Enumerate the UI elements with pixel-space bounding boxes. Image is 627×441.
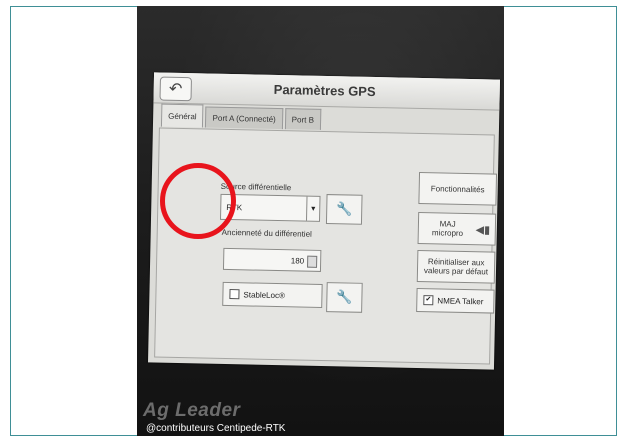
stableloc-toggle[interactable]: StableLoc® xyxy=(222,281,323,308)
nmea-talker-checkbox[interactable]: ✔ xyxy=(423,295,434,306)
differential-age-field[interactable]: 180 xyxy=(222,247,322,272)
firmware-update-label: MAJ micropro xyxy=(431,219,464,238)
tab-port-a[interactable]: Port A (Connecté) xyxy=(205,106,283,130)
upload-arrow-icon: ◀▮ xyxy=(475,223,491,236)
reset-defaults-label: Réinitialiser aux valeurs par défaut xyxy=(423,257,489,277)
tab-port-b[interactable]: Port B xyxy=(284,108,322,130)
title-bar: ↶ Paramètres GPS xyxy=(153,72,500,111)
features-label: Fonctionnalités xyxy=(430,183,485,194)
differential-age-value: 180 xyxy=(290,256,305,266)
brand-logo: Ag Leader xyxy=(143,400,241,421)
tab-general[interactable]: Général xyxy=(160,103,204,128)
page-title: Paramètres GPS xyxy=(273,81,376,100)
differential-age-label: Ancienneté du différentiel xyxy=(221,227,312,239)
firmware-update-button[interactable]: MAJ micropro ◀▮ xyxy=(417,211,497,246)
reset-defaults-button[interactable]: Réinitialiser aux valeurs par défaut xyxy=(416,249,496,284)
nmea-talker-toggle[interactable]: ✔ NMEA Talker xyxy=(416,287,495,314)
wrench-icon: 🔧 xyxy=(336,201,353,217)
spin-icon xyxy=(307,255,318,268)
features-button[interactable]: Fonctionnalités xyxy=(418,171,498,206)
stableloc-label: StableLoc® xyxy=(243,289,286,300)
photo-credit: @contributeurs Centipede-RTK xyxy=(146,423,286,434)
nmea-talker-label: NMEA Talker xyxy=(437,295,484,306)
dropdown-arrow-icon: ▼ xyxy=(306,196,320,221)
stableloc-checkbox[interactable] xyxy=(229,289,240,300)
differential-settings-button[interactable]: 🔧 xyxy=(325,194,363,225)
highlight-circle xyxy=(160,163,236,239)
wrench-icon: 🔧 xyxy=(336,289,353,305)
back-arrow-icon: ↶ xyxy=(168,80,183,99)
stableloc-settings-button[interactable]: 🔧 xyxy=(326,282,363,313)
back-button[interactable]: ↶ xyxy=(159,76,192,102)
